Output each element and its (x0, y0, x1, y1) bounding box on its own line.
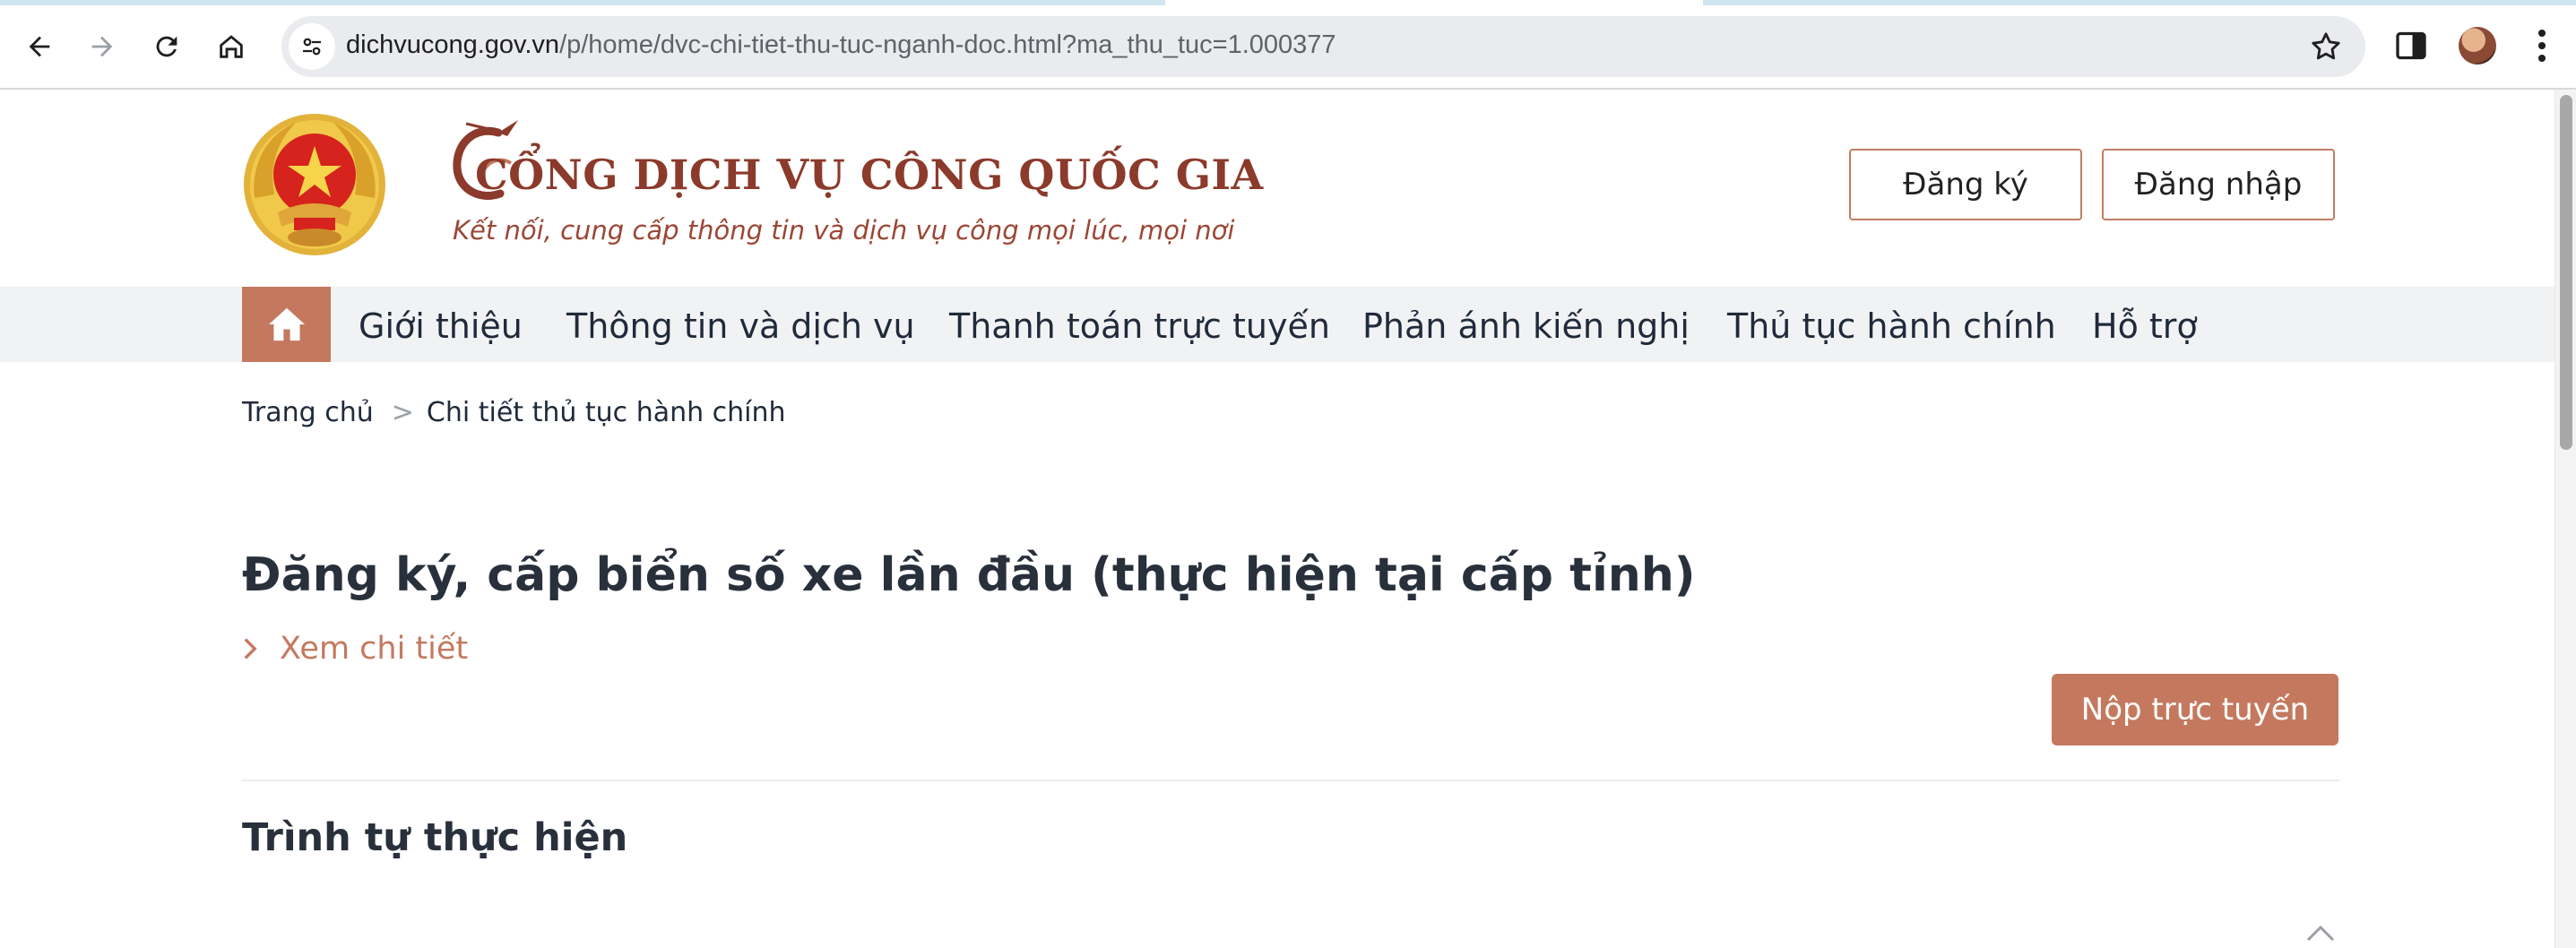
site-info-button[interactable] (289, 23, 335, 70)
reload-icon (156, 36, 177, 57)
view-detail-label: Xem chi tiết (280, 631, 469, 667)
breadcrumb-separator: > (391, 397, 414, 428)
view-detail-link[interactable]: Xem chi tiết (242, 631, 468, 667)
nav-item-phan-anh[interactable]: Phản ánh kiến nghị (1362, 306, 1690, 346)
nav-item-gioi-thieu[interactable]: Giới thiệu (359, 306, 523, 346)
star-icon[interactable] (2308, 29, 2344, 65)
section-title: Trình tự thực hiện (242, 815, 628, 860)
nav-home-button[interactable] (242, 287, 331, 362)
arrow-left-icon (29, 36, 50, 57)
section-divider (242, 780, 2339, 781)
procedure-title: Đăng ký, cấp biển số xe lần đầu (thực hi… (242, 548, 1696, 602)
web-page: CỔNG DỊCH VỤ CÔNG QUỐC GIA Kết nối, cung… (0, 90, 2554, 948)
nav-item-thong-tin-dich-vu[interactable]: Thông tin và dịch vụ (566, 306, 915, 346)
brand-title[interactable]: CỔNG DỊCH VỤ CÔNG QUỐC GIA (475, 151, 1264, 199)
main-nav: Giới thiệu Thông tin và dịch vụ Thanh to… (0, 287, 2554, 362)
national-emblem-logo[interactable] (242, 112, 387, 257)
chevron-up-icon[interactable] (2305, 923, 2336, 943)
nav-item-thanh-toan[interactable]: Thanh toán trực tuyến (949, 306, 1330, 346)
url-path: /p/home/dvc-chi-tiet-thu-tuc-nganh-doc.h… (559, 30, 1336, 59)
breadcrumb: Trang chủ > Chi tiết thủ tục hành chính (242, 397, 786, 428)
tab-strip-gap (1165, 0, 1703, 5)
submit-online-button[interactable]: Nộp trực tuyến (2052, 674, 2338, 745)
register-button[interactable]: Đăng ký (1849, 149, 2082, 220)
browser-home-button[interactable] (204, 20, 258, 73)
nav-item-thu-tuc[interactable]: Thủ tục hành chính (1727, 306, 2056, 346)
brand-tagline: Kết nối, cung cấp thông tin và dịch vụ c… (453, 215, 1235, 246)
more-vert-icon[interactable] (2533, 27, 2551, 65)
nav-item-ho-tro[interactable]: Hỗ trợ (2092, 306, 2198, 346)
profile-avatar[interactable] (2459, 27, 2496, 65)
arrow-right-icon (91, 36, 113, 57)
back-button[interactable] (13, 20, 66, 73)
scrollbar-thumb[interactable] (2560, 95, 2572, 450)
forward-button[interactable] (75, 20, 129, 73)
address-bar[interactable]: dichvucong.gov.vn/p/home/dvc-chi-tiet-th… (281, 16, 2365, 77)
login-button[interactable]: Đăng nhập (2102, 149, 2335, 220)
breadcrumb-current: Chi tiết thủ tục hành chính (426, 397, 786, 428)
url-text[interactable]: dichvucong.gov.vn/p/home/dvc-chi-tiet-th… (346, 30, 1336, 60)
browser-toolbar: dichvucong.gov.vn/p/home/dvc-chi-tiet-th… (0, 0, 2576, 90)
url-host: dichvucong.gov.vn (346, 30, 560, 59)
side-panel-icon[interactable] (2395, 30, 2427, 61)
page-scrollbar[interactable] (2554, 90, 2576, 948)
tune-icon (303, 38, 321, 56)
chevron-right-icon (244, 638, 257, 659)
breadcrumb-home[interactable]: Trang chủ (242, 397, 374, 428)
reload-button[interactable] (140, 20, 194, 73)
home-icon (220, 35, 243, 58)
home-icon (268, 307, 305, 341)
